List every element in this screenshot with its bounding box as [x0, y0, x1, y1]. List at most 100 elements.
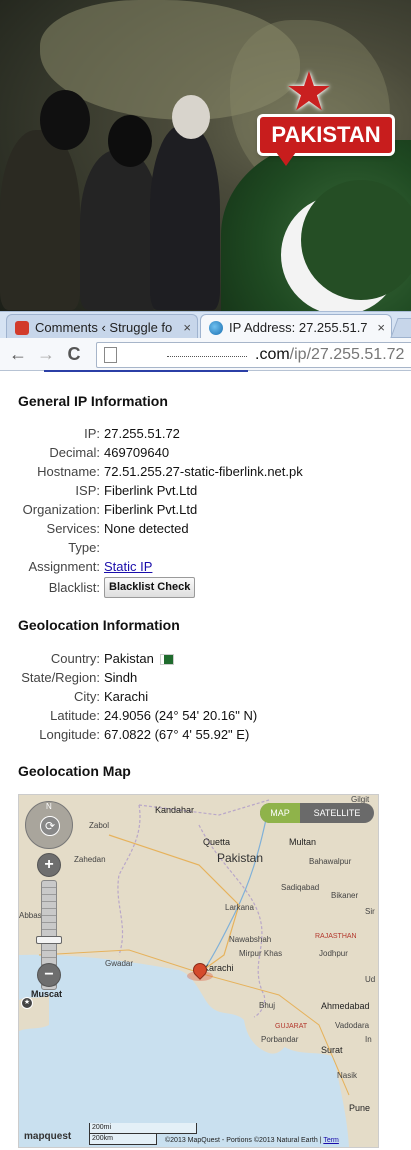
info-row-longitude: Longitude: 67.0822 (67° 4' 55.92" E) — [0, 725, 411, 744]
pakistan-badge: PAKISTAN — [260, 117, 392, 153]
zoom-slider-thumb[interactable] — [36, 936, 62, 944]
map-label: Muscat — [31, 989, 63, 999]
row-value: 469709640 — [104, 445, 170, 460]
general-info-heading: General IP Information — [18, 393, 168, 409]
map-mode-button[interactable]: MAP — [260, 803, 300, 823]
page-icon — [104, 347, 117, 363]
zoom-out-button[interactable]: − — [37, 963, 61, 987]
figure-head — [172, 95, 210, 139]
row-label: Longitude: — [39, 727, 100, 742]
map-label: GUJARAT — [275, 1023, 308, 1030]
compass-n: N — [46, 802, 52, 811]
river-line — [203, 804, 270, 971]
map-label: Quetta — [203, 837, 231, 847]
url-path: /ip/27.255.51.72 — [289, 346, 405, 363]
tab-comments[interactable]: Comments ‹ Struggle fo × — [6, 314, 198, 340]
map-label: Multan — [289, 837, 317, 847]
mapquest-logo[interactable]: mapquest — [24, 1131, 71, 1142]
map-label: Abbas — [19, 911, 42, 920]
blacklist-check-button[interactable]: Blacklist Check — [104, 577, 196, 598]
map-label: Gwadar — [105, 959, 134, 968]
divider — [44, 370, 248, 372]
tab-bar: Comments ‹ Struggle fo × IP Address: 27.… — [0, 311, 411, 340]
row-value: 72.51.255.27-static-fiberlink.net.pk — [104, 464, 303, 479]
tab-ip-address[interactable]: IP Address: 27.255.51.7 × — [200, 314, 392, 340]
country-name: Pakistan — [104, 651, 154, 666]
globe-icon — [209, 321, 223, 335]
reload-icon[interactable]: C — [62, 342, 86, 366]
info-row-latitude: Latitude: 24.9056 (24° 54' 20.16" N) — [0, 706, 411, 725]
map-label: Bhuj — [259, 1001, 276, 1010]
info-row-services: Services: None detected — [0, 519, 411, 538]
close-icon[interactable]: × — [377, 315, 385, 340]
address-bar[interactable]: .com/ip/27.255.51.72 — [96, 342, 411, 368]
forward-arrow-icon[interactable]: → — [34, 342, 58, 366]
row-value: None detected — [104, 521, 189, 536]
row-label: Hostname: — [37, 464, 100, 479]
masked-domain — [167, 356, 247, 357]
info-row-type: Type: — [0, 538, 411, 557]
url-domain: .com — [255, 346, 290, 363]
map-label: Jodhpur — [319, 949, 348, 958]
map-label: Pune — [349, 1103, 371, 1113]
tab-label: Comments ‹ Struggle fo — [35, 320, 173, 335]
static-ip-link[interactable]: Static IP — [104, 559, 152, 574]
map-label: Bikaner — [331, 891, 359, 900]
map-label: In — [365, 1035, 372, 1044]
pan-control[interactable]: N ⟳ — [25, 801, 73, 849]
row-label: Assignment: — [28, 559, 100, 574]
map-label: Bahawalpur — [309, 857, 352, 866]
info-row-blacklist: Blacklist: Blacklist Check — [0, 577, 411, 598]
info-row-organization: Organization: Fiberlink Pvt.Ltd — [0, 500, 411, 519]
map-label: Pakistan — [217, 851, 264, 865]
map-label: Porbandar — [261, 1035, 299, 1044]
back-arrow-icon[interactable]: ← — [6, 342, 30, 366]
info-row-country: Country: Pakistan — [0, 649, 411, 668]
map-label: Zabol — [89, 821, 110, 830]
map-label: Vadodara — [335, 1021, 370, 1030]
map-label: Ahmedabad — [321, 1001, 370, 1011]
attribution-text: ©2013 MapQuest - Portions ©2013 Natural … — [165, 1137, 324, 1144]
tab-label: IP Address: 27.255.51.7 — [229, 320, 368, 335]
row-value: Pakistan — [104, 649, 174, 668]
map-mode-toggle: MAP SATELLITE — [260, 803, 374, 823]
terms-link[interactable]: Term — [323, 1137, 339, 1144]
row-value: 27.255.51.72 — [104, 426, 180, 441]
info-row-hostname: Hostname: 72.51.255.27-static-fiberlink.… — [0, 462, 411, 481]
capital-star-icon: ★ — [21, 997, 33, 1009]
new-tab-button[interactable] — [390, 318, 411, 338]
info-row-isp: ISP: Fiberlink Pvt.Ltd — [0, 481, 411, 500]
rotate-icon[interactable]: ⟳ — [40, 816, 60, 836]
geo-info-heading: Geolocation Information — [18, 617, 180, 633]
satellite-mode-button[interactable]: SATELLITE — [300, 803, 374, 823]
row-label: Latitude: — [50, 708, 100, 723]
figure-head — [40, 90, 90, 150]
row-value: Karachi — [104, 689, 149, 704]
row-label: IP: — [84, 426, 100, 441]
row-value: Fiberlink Pvt.Ltd — [104, 502, 198, 517]
browser-toolbar: ← → C .com/ip/27.255.51.72 — [0, 338, 411, 371]
map-label: Surat — [321, 1045, 343, 1055]
info-row-assignment: Assignment: Static IP — [0, 557, 411, 576]
geo-map-heading: Geolocation Map — [18, 763, 131, 779]
row-label: Services: — [46, 521, 100, 536]
map-attribution: ©2013 MapQuest - Portions ©2013 Natural … — [165, 1137, 339, 1144]
geolocation-map[interactable]: Kandahar Zabol Quetta Multan Pakistan Ba… — [18, 794, 379, 1148]
close-icon[interactable]: × — [183, 315, 191, 340]
row-value: Static IP — [104, 557, 152, 576]
border-line — [117, 804, 141, 956]
row-label: Organization: — [22, 502, 100, 517]
info-row-decimal: Decimal: 469709640 — [0, 443, 411, 462]
figure-silhouette — [80, 150, 160, 310]
zoom-in-button[interactable]: + — [37, 853, 61, 877]
crescent-cut — [301, 180, 411, 300]
map-label: Zahedan — [74, 855, 106, 864]
row-label: ISP: — [75, 483, 100, 498]
row-value: Fiberlink Pvt.Ltd — [104, 483, 198, 498]
figure-silhouette — [150, 125, 220, 310]
row-value: Sindh — [104, 670, 138, 685]
row-label: Type: — [68, 540, 100, 555]
wordpress-favicon-icon — [15, 321, 29, 335]
row-label: Country: — [50, 651, 100, 666]
map-label: RAJASTHAN — [315, 933, 357, 940]
